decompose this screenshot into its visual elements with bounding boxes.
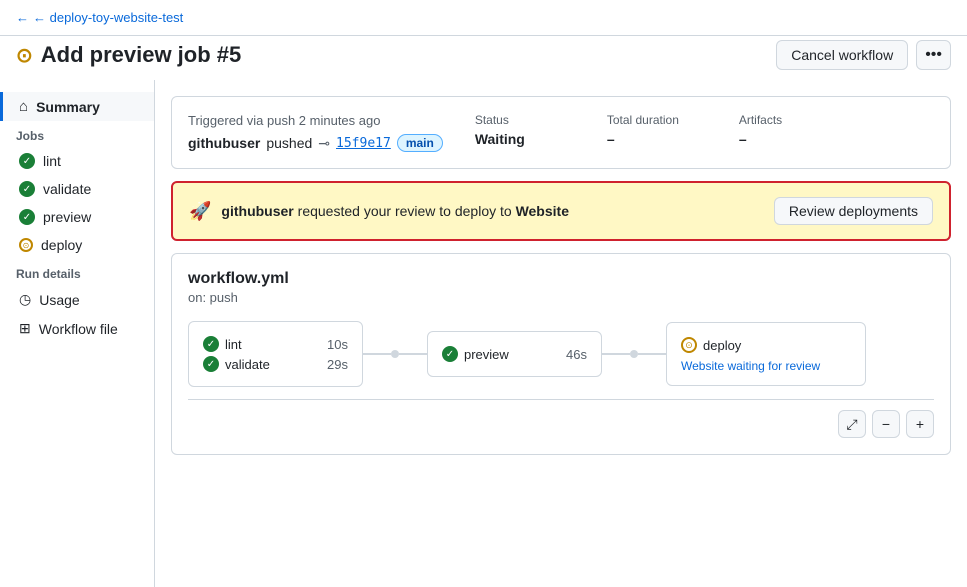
preview-time: 46s	[566, 347, 587, 362]
job-box-deploy: ⊙ deploy Website waiting for review	[666, 322, 866, 386]
status-value: Waiting	[475, 131, 575, 147]
breadcrumb-label: ← deploy-toy-website-test	[33, 10, 183, 25]
sidebar-run-details-section: Run details	[0, 259, 154, 285]
sidebar-item-validate[interactable]: ✓ validate	[0, 175, 154, 203]
clock-usage-icon: ◷	[19, 291, 31, 308]
preview-job-name: ✓ preview	[442, 346, 509, 362]
preview-label: preview	[43, 209, 91, 225]
status-label: Status	[475, 113, 575, 127]
review-message-pre: requested your review to deploy to	[298, 203, 512, 219]
info-card-top: Triggered via push 2 minutes ago githubu…	[188, 113, 934, 152]
status-column: Status Waiting	[475, 113, 575, 147]
review-deployments-button[interactable]: Review deployments	[774, 197, 933, 225]
sidebar-jobs-section: Jobs	[0, 121, 154, 147]
deploy-label: deploy	[41, 237, 82, 253]
main-layout: ⌂ Summary Jobs ✓ lint ✓ validate ✓ previ…	[0, 80, 967, 587]
zoom-out-button[interactable]: −	[872, 410, 900, 438]
workflow-card: workflow.yml on: push ✓ lint 10s ✓	[171, 253, 951, 455]
lint-status-icon: ✓	[19, 153, 35, 169]
preview-check-icon: ✓	[442, 346, 458, 362]
commit-hash-link[interactable]: 15f9e17	[336, 136, 391, 151]
deploy-clock-icon: ⊙	[681, 337, 697, 353]
line-1	[363, 353, 391, 355]
sidebar: ⌂ Summary Jobs ✓ lint ✓ validate ✓ previ…	[0, 80, 155, 587]
validate-time: 29s	[327, 357, 348, 372]
usage-label: Usage	[39, 292, 79, 308]
job-row-deploy: ⊙ deploy	[681, 335, 851, 355]
lint-label: lint	[43, 153, 61, 169]
review-environment: Website	[516, 203, 569, 219]
commit-connector-icon: ⊸	[318, 135, 330, 152]
job-row-preview: ✓ preview 46s	[442, 344, 587, 364]
home-icon: ⌂	[19, 98, 28, 115]
zoom-in-button[interactable]: +	[906, 410, 934, 438]
duration-column: Total duration –	[607, 113, 707, 147]
lint-check-icon: ✓	[203, 336, 219, 352]
rocket-icon: 🚀	[189, 201, 211, 222]
sidebar-item-deploy[interactable]: ⊙ deploy	[0, 231, 154, 259]
trigger-text: Triggered via push 2 minutes ago	[188, 113, 443, 128]
pipeline: ✓ lint 10s ✓ validate 29s	[188, 321, 934, 387]
preview-status-icon: ✓	[19, 209, 35, 225]
dot-1	[391, 350, 399, 358]
connector-1	[363, 350, 427, 358]
deploy-job-name: ⊙ deploy	[681, 337, 741, 353]
review-banner: 🚀 githubuser requested your review to de…	[171, 181, 951, 241]
job-box-lint-validate: ✓ lint 10s ✓ validate 29s	[188, 321, 363, 387]
sidebar-item-summary[interactable]: ⌂ Summary	[0, 92, 154, 121]
artifacts-label: Artifacts	[739, 113, 839, 127]
top-bar-left: ← ← deploy-toy-website-test	[16, 10, 183, 29]
run-info-card: Triggered via push 2 minutes ago githubu…	[171, 96, 951, 169]
commit-line: githubuser pushed ⊸ 15f9e17 main	[188, 134, 443, 152]
commit-action: pushed	[266, 135, 312, 151]
deploy-status-icon: ⊙	[19, 238, 33, 252]
file-icon: ⊞	[19, 320, 31, 337]
job-row-lint: ✓ lint 10s	[203, 334, 348, 354]
deploy-waiting-label: Website waiting for review	[681, 359, 851, 373]
trigger-section: Triggered via push 2 minutes ago githubu…	[188, 113, 443, 152]
validate-job-name: ✓ validate	[203, 356, 270, 372]
review-banner-left: 🚀 githubuser requested your review to de…	[189, 201, 569, 222]
commit-user: githubuser	[188, 135, 260, 151]
dot-2	[630, 350, 638, 358]
validate-status-icon: ✓	[19, 181, 35, 197]
lint-time: 10s	[327, 337, 348, 352]
lint-job-name: ✓ lint	[203, 336, 242, 352]
top-bar: ← ← deploy-toy-website-test	[0, 0, 967, 36]
cancel-workflow-button[interactable]: Cancel workflow	[776, 40, 908, 70]
breadcrumb-back[interactable]: ← ← deploy-toy-website-test	[16, 10, 183, 25]
review-user: githubuser	[221, 203, 293, 219]
line-2	[602, 353, 630, 355]
review-text: githubuser requested your review to depl…	[221, 203, 569, 219]
top-actions: Cancel workflow •••	[776, 40, 951, 70]
more-options-button[interactable]: •••	[916, 40, 951, 70]
sidebar-item-usage[interactable]: ◷ Usage	[0, 285, 154, 314]
sidebar-item-lint[interactable]: ✓ lint	[0, 147, 154, 175]
workflow-trigger: on: push	[188, 290, 934, 305]
line-2b	[638, 353, 666, 355]
sidebar-item-preview[interactable]: ✓ preview	[0, 203, 154, 231]
clock-icon: ⊙	[16, 43, 33, 68]
branch-badge: main	[397, 134, 443, 152]
connector-2	[602, 350, 666, 358]
job-box-preview: ✓ preview 46s	[427, 331, 602, 377]
sidebar-summary-label: Summary	[36, 99, 100, 115]
validate-check-icon: ✓	[203, 356, 219, 372]
duration-label: Total duration	[607, 113, 707, 127]
line-1b	[399, 353, 427, 355]
validate-label: validate	[43, 181, 91, 197]
workflow-file-label: Workflow file	[39, 321, 118, 337]
artifacts-value: –	[739, 131, 839, 147]
workflow-title: workflow.yml	[188, 270, 934, 288]
artifacts-column: Artifacts –	[739, 113, 839, 147]
workflow-footer: ⤢ − +	[188, 399, 934, 438]
sidebar-item-workflow-file[interactable]: ⊞ Workflow file	[0, 314, 154, 343]
page-title: ⊙ Add preview job #5	[16, 42, 241, 68]
duration-value: –	[607, 131, 707, 147]
job-row-validate: ✓ validate 29s	[203, 354, 348, 374]
back-arrow-icon: ←	[16, 10, 29, 25]
content-area: Triggered via push 2 minutes ago githubu…	[155, 80, 967, 587]
expand-button[interactable]: ⤢	[838, 410, 866, 438]
